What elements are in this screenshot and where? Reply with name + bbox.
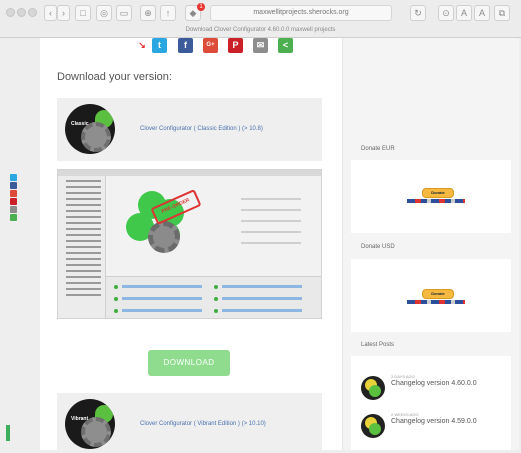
donate-usd-box: Donate xyxy=(351,259,511,332)
google-plus-icon[interactable] xyxy=(10,190,17,197)
post-date: 2 DAYS AGO xyxy=(391,374,415,379)
payment-cards-icon xyxy=(407,300,465,304)
facebook-share-icon[interactable]: f xyxy=(178,38,193,53)
text-larger-icon[interactable]: A xyxy=(474,5,490,21)
floating-share-bar xyxy=(10,174,17,222)
post-thumbnail xyxy=(361,376,385,400)
reader-icon[interactable]: ⊙ xyxy=(438,5,454,21)
reload-icon[interactable]: ↻ xyxy=(410,5,426,21)
share-icon[interactable]: ↑ xyxy=(160,5,176,21)
tab-title[interactable]: Download Clover Configurator 4.60.0.0 ma… xyxy=(0,25,521,36)
main-content: ↘ t f G+ P ✉ < Download your version: Cl… xyxy=(40,38,342,450)
history-icon[interactable]: ▭ xyxy=(116,5,132,21)
email-share-icon[interactable]: ✉ xyxy=(253,38,268,53)
bookmark-icon[interactable]: ↘ xyxy=(138,38,146,53)
donate-eur-box: Donate xyxy=(351,160,511,233)
right-sidebar: Donate EUR Donate Donate USD Donate Late… xyxy=(342,38,519,450)
donate-usd-label: Donate USD xyxy=(361,244,395,250)
close-window-button[interactable] xyxy=(6,8,15,17)
extension-icon[interactable]: ⊕ xyxy=(140,5,156,21)
minimize-window-button[interactable] xyxy=(17,8,26,17)
share-share-icon[interactable]: < xyxy=(278,38,293,53)
donate-usd-button[interactable]: Donate xyxy=(422,289,454,299)
vibrant-logo: Vibrant xyxy=(65,399,115,449)
page-heading: Download your version: xyxy=(57,71,172,83)
classic-edition-card: Classic Clover Configurator ( Classic Ed… xyxy=(57,98,322,161)
email-icon[interactable] xyxy=(10,206,17,213)
post-item[interactable]: 2 WEEKS AGO Changelog version 4.59.0.0 xyxy=(361,412,511,446)
back-button[interactable]: ‹ xyxy=(44,5,57,21)
twitter-share-icon[interactable]: t xyxy=(152,38,167,53)
donate-eur-button[interactable]: Donate xyxy=(422,188,454,198)
zoom-window-button[interactable] xyxy=(28,8,37,17)
classic-edition-link[interactable]: Clover Configurator ( Classic Edition ) … xyxy=(140,126,263,132)
side-tab-marker[interactable] xyxy=(6,425,10,441)
sidebar-toggle-icon[interactable]: □ xyxy=(75,5,91,21)
classic-logo: Classic xyxy=(65,104,115,154)
donate-eur-label: Donate EUR xyxy=(361,146,395,152)
facebook-icon[interactable] xyxy=(10,182,17,189)
share-icon[interactable] xyxy=(10,214,17,221)
latest-posts-label: Latest Posts xyxy=(361,342,395,348)
text-smaller-icon[interactable]: A xyxy=(456,5,472,21)
notification-badge: 1 xyxy=(197,3,205,11)
payment-cards-icon xyxy=(407,199,465,203)
pinterest-share-icon[interactable]: P xyxy=(228,38,243,53)
pinterest-icon[interactable] xyxy=(10,198,17,205)
post-thumbnail xyxy=(361,414,385,438)
post-date: 2 WEEKS AGO xyxy=(391,412,419,417)
post-title-link[interactable]: Changelog version 4.60.0.0 xyxy=(391,380,481,388)
shield-icon[interactable]: ◎ xyxy=(96,5,112,21)
google-plus-share-icon[interactable]: G+ xyxy=(203,38,218,53)
post-item[interactable]: 2 DAYS AGO Changelog version 4.60.0.0 xyxy=(361,374,511,408)
post-title-link[interactable]: Changelog version 4.59.0.0 xyxy=(391,418,481,426)
address-bar[interactable]: maxwellitprojects.sherocks.org xyxy=(210,5,392,21)
vibrant-edition-card: Vibrant Clover Configurator ( Vibrant Ed… xyxy=(57,393,322,450)
app-screenshot: PRE-ORDER xyxy=(57,169,322,319)
vibrant-edition-link[interactable]: Clover Configurator ( Vibrant Edition ) … xyxy=(140,421,266,427)
twitter-icon[interactable] xyxy=(10,174,17,181)
forward-button[interactable]: › xyxy=(57,5,70,21)
browser-toolbar: ‹ › □ ◎ ▭ ⊕ ↑ ◆ 1 maxwellitprojects.sher… xyxy=(0,0,521,38)
download-button[interactable]: DOWNLOAD xyxy=(148,350,230,376)
tabs-icon[interactable]: ⧉ xyxy=(494,5,510,21)
